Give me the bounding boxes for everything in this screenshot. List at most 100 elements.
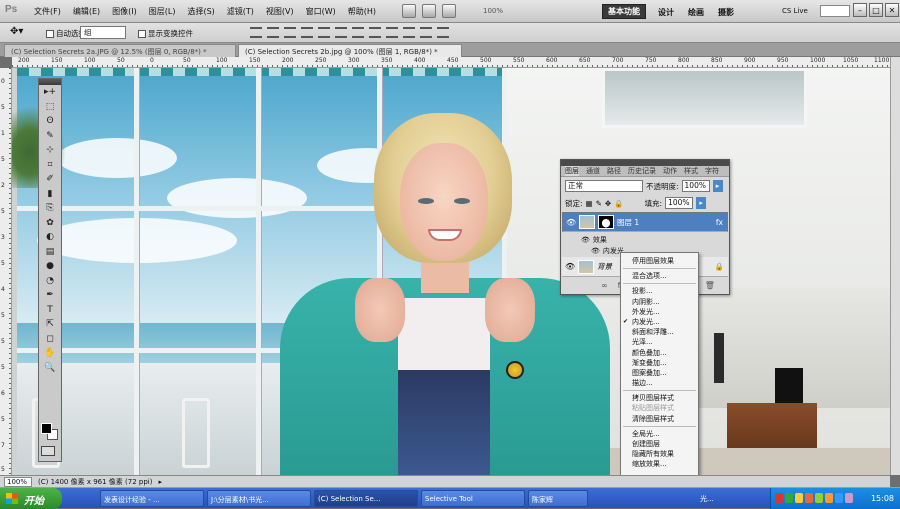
brush-tool-icon[interactable]: ▮ bbox=[39, 187, 61, 202]
opacity-arrow-icon[interactable]: ▸ bbox=[712, 180, 723, 192]
checkbox-icon[interactable] bbox=[46, 29, 54, 38]
tray-app-icon[interactable] bbox=[805, 493, 813, 503]
lock-position-icon[interactable]: ✥ bbox=[605, 199, 611, 208]
dodge-tool-icon[interactable]: ◔ bbox=[39, 274, 61, 289]
trash-icon[interactable]: 🗑 bbox=[705, 281, 715, 290]
menu-drop-shadow[interactable]: 投影... bbox=[621, 286, 698, 296]
eye-icon[interactable]: 👁 bbox=[565, 262, 575, 272]
tab-actions[interactable]: 动作 bbox=[663, 166, 677, 176]
pen-tool-icon[interactable]: ✒ bbox=[39, 288, 61, 303]
menu-clear-layer-style[interactable]: 清除图层样式 bbox=[621, 414, 698, 424]
distribute-center-icon[interactable] bbox=[420, 27, 432, 38]
tab-document-2b[interactable]: (C) Selection Secrets 2b.jpg @ 100% (图层 … bbox=[238, 44, 462, 57]
menu-edit[interactable]: 编辑(E) bbox=[67, 6, 106, 17]
checkbox-icon[interactable] bbox=[138, 29, 146, 38]
eye-icon[interactable]: 👁 bbox=[591, 247, 600, 255]
minimize-icon[interactable]: – bbox=[853, 3, 867, 17]
lock-transparent-icon[interactable]: ▦ bbox=[586, 199, 593, 208]
quick-select-tool-icon[interactable]: ✎ bbox=[39, 129, 61, 144]
taskbar-clock[interactable]: 15:08 bbox=[871, 494, 894, 503]
eraser-tool-icon[interactable]: ◐ bbox=[39, 230, 61, 245]
marquee-tool-icon[interactable]: ⬚ bbox=[39, 100, 61, 115]
menu-file[interactable]: 文件(F) bbox=[28, 6, 67, 17]
menu-create-layer[interactable]: 创建图层 bbox=[621, 439, 698, 449]
menu-inner-glow[interactable]: 内发光... bbox=[621, 317, 698, 327]
type-tool-icon[interactable]: T bbox=[39, 303, 61, 318]
workspace-essentials-button[interactable]: 基本功能 bbox=[602, 4, 646, 19]
document-canvas[interactable] bbox=[12, 68, 890, 475]
menu-layer[interactable]: 图层(L) bbox=[143, 6, 182, 17]
cs-live-button[interactable]: CS Live bbox=[782, 7, 808, 15]
opacity-input[interactable]: 100% bbox=[681, 180, 710, 192]
distribute-right-icon[interactable] bbox=[437, 27, 449, 38]
blend-mode-select[interactable]: 正常 bbox=[565, 180, 643, 192]
menu-pattern-overlay[interactable]: 图案叠加... bbox=[621, 368, 698, 378]
tab-styles[interactable]: 样式 bbox=[684, 166, 698, 176]
lock-all-icon[interactable]: 🔒 bbox=[614, 199, 623, 208]
align-left-icon[interactable] bbox=[301, 27, 313, 38]
tab-character[interactable]: 字符 bbox=[705, 166, 719, 176]
layer-row-layer1[interactable]: 👁 图层 1 fx bbox=[562, 212, 728, 232]
tab-document-2a[interactable]: (C) Selection Secrets 2a.JPG @ 12.5% (图层… bbox=[4, 44, 236, 57]
align-center-icon[interactable] bbox=[318, 27, 330, 38]
shape-tool-icon[interactable]: ◻ bbox=[39, 332, 61, 347]
menu-global-light[interactable]: 全局光... bbox=[621, 429, 698, 439]
align-right-icon[interactable] bbox=[335, 27, 347, 38]
menu-disable-effects[interactable]: 停用图层效果 bbox=[621, 256, 698, 266]
menu-copy-layer-style[interactable]: 拷贝图层样式 bbox=[621, 393, 698, 403]
lock-pixels-icon[interactable]: ✎ bbox=[596, 199, 602, 208]
maximize-icon[interactable]: □ bbox=[869, 3, 883, 17]
align-middle-icon[interactable] bbox=[267, 27, 279, 38]
quick-mask-icon[interactable] bbox=[41, 446, 55, 456]
distribute-middle-icon[interactable] bbox=[369, 27, 381, 38]
tray-app-icon[interactable] bbox=[845, 493, 853, 503]
path-select-icon[interactable]: ⇱ bbox=[39, 317, 61, 332]
status-zoom-field[interactable]: 100% bbox=[4, 476, 32, 487]
menu-satin[interactable]: 光泽... bbox=[621, 337, 698, 347]
taskbar-item[interactable]: 陈家辉 bbox=[528, 490, 588, 507]
menu-help[interactable]: 帮助(H) bbox=[342, 6, 382, 17]
zoom-tool-icon[interactable]: 🔍 bbox=[39, 361, 61, 376]
menu-scale-effects[interactable]: 缩放效果... bbox=[621, 459, 698, 469]
menu-filter[interactable]: 滤镜(T) bbox=[221, 6, 260, 17]
fill-input[interactable]: 100% bbox=[665, 197, 694, 209]
auto-select-dropdown[interactable]: 组 bbox=[80, 26, 126, 39]
tray-app-icon[interactable] bbox=[775, 493, 783, 503]
distribute-left-icon[interactable] bbox=[403, 27, 415, 38]
taskbar-item[interactable]: (C) Selection Se... bbox=[314, 490, 418, 507]
distribute-bottom-icon[interactable] bbox=[386, 27, 398, 38]
effects-row[interactable]: 👁 效果 bbox=[581, 235, 607, 245]
tray-app-icon[interactable] bbox=[795, 493, 803, 503]
move-tool-icon[interactable]: ✥▾ bbox=[10, 26, 23, 37]
eye-icon[interactable]: 👁 bbox=[566, 217, 576, 227]
workspace-design[interactable]: 设计 bbox=[658, 7, 674, 18]
taskbar-item[interactable]: J:\分层素材\书光... bbox=[207, 490, 311, 507]
bridge-icon[interactable] bbox=[402, 4, 416, 18]
tray-app-icon[interactable] bbox=[785, 493, 793, 503]
close-icon[interactable]: ✕ bbox=[885, 3, 899, 17]
history-brush-icon[interactable]: ✿ bbox=[39, 216, 61, 231]
taskbar-item[interactable]: Selective Tool bbox=[421, 490, 525, 507]
menu-color-overlay[interactable]: 颜色叠加... bbox=[621, 348, 698, 358]
tab-channels[interactable]: 通道 bbox=[586, 166, 600, 176]
fx-icon[interactable]: fx bbox=[716, 217, 723, 228]
menu-blending-options[interactable]: 混合选项... bbox=[621, 271, 698, 281]
start-button[interactable]: 开始 bbox=[0, 488, 62, 509]
taskbar-item[interactable]: 发表设计经验 - ... bbox=[100, 490, 204, 507]
show-transform-checkbox[interactable]: 显示变换控件 bbox=[138, 28, 193, 39]
healing-brush-icon[interactable]: ✐ bbox=[39, 172, 61, 187]
taskbar-item-partial[interactable]: 光... bbox=[700, 494, 714, 504]
tab-paths[interactable]: 路径 bbox=[607, 166, 621, 176]
eyedropper-tool-icon[interactable]: ⌗ bbox=[39, 158, 61, 173]
menu-bevel-emboss[interactable]: 斜面和浮雕... bbox=[621, 327, 698, 337]
lasso-tool-icon[interactable]: ʘ bbox=[39, 114, 61, 129]
tab-layers[interactable]: 图层 bbox=[565, 166, 579, 176]
foreground-color-swatch[interactable] bbox=[41, 423, 52, 434]
tab-history[interactable]: 历史记录 bbox=[628, 166, 656, 176]
distribute-top-icon[interactable] bbox=[352, 27, 364, 38]
move-tool-icon[interactable]: ▸+ bbox=[39, 85, 61, 100]
menu-window[interactable]: 窗口(W) bbox=[300, 6, 342, 17]
inner-glow-row[interactable]: 👁 内发光 bbox=[591, 246, 624, 256]
menu-inner-shadow[interactable]: 内阴影... bbox=[621, 297, 698, 307]
view-extras-icon[interactable] bbox=[442, 4, 456, 18]
